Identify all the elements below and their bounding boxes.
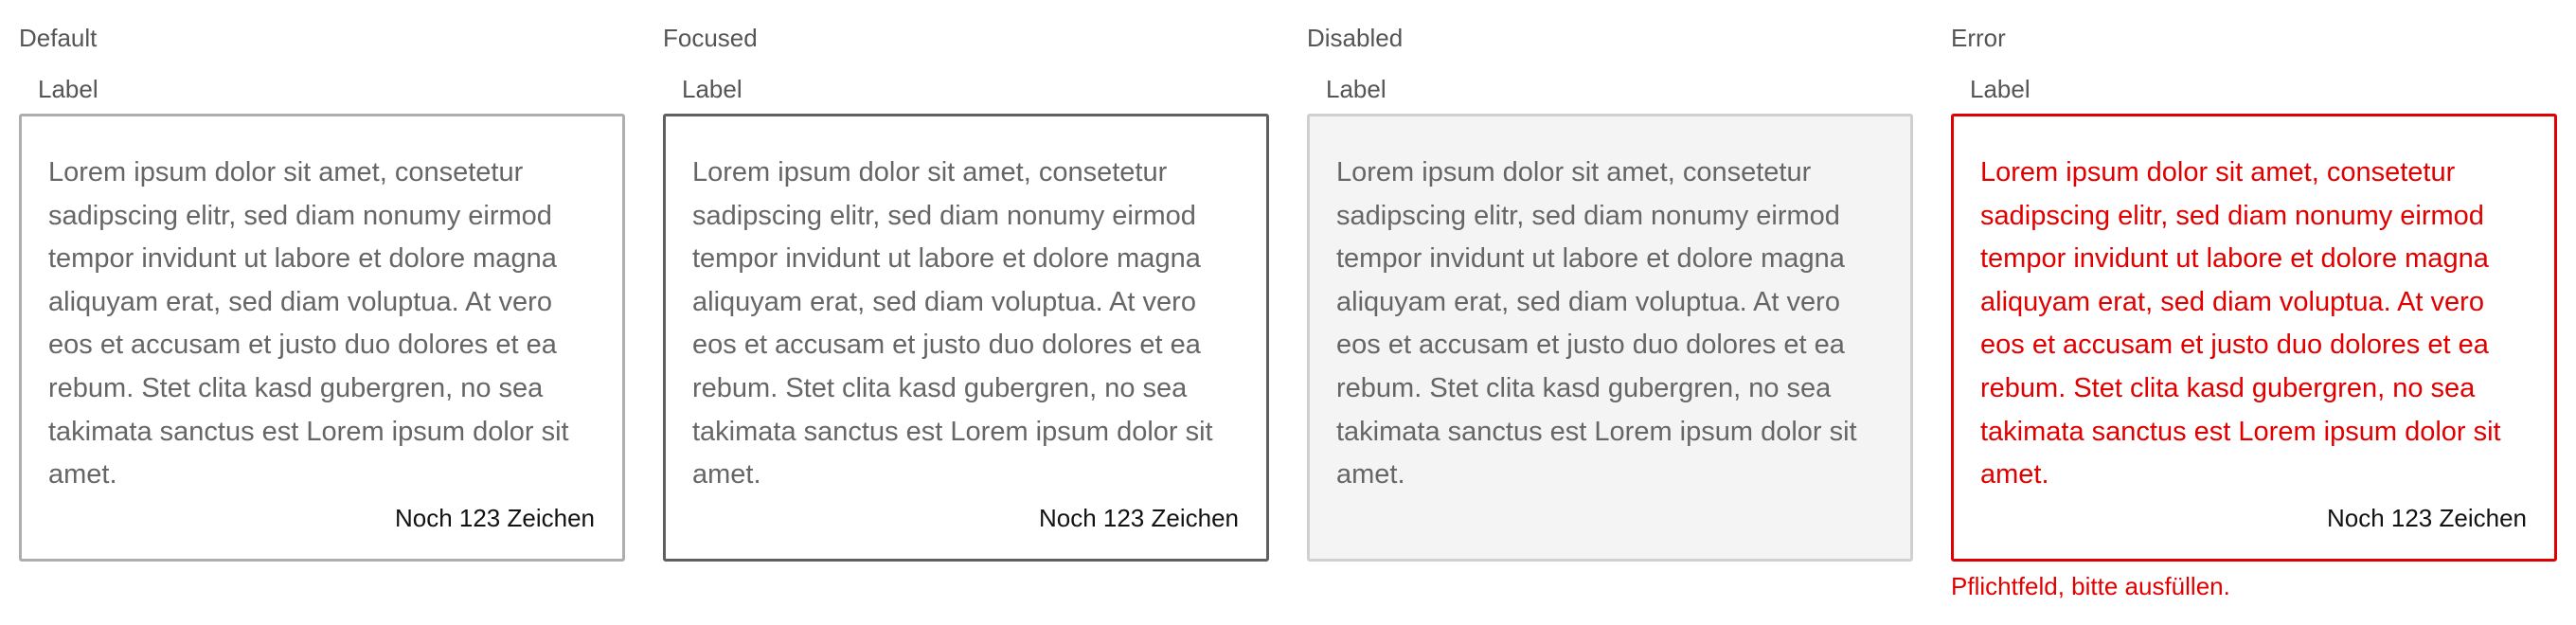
focused-textarea-value[interactable]: Lorem ipsum dolor sit amet, consetetur s… (692, 152, 1237, 497)
disabled-textarea-variant: Disabled Label Lorem ipsum dolor sit ame… (1307, 0, 1913, 625)
focused-field-label: Label (682, 75, 742, 103)
focused-textarea[interactable]: Lorem ipsum dolor sit amet, consetetur s… (663, 114, 1269, 562)
default-state-title: Default (19, 24, 98, 52)
error-textarea-value[interactable]: Lorem ipsum dolor sit amet, consetetur s… (1980, 152, 2525, 497)
error-textarea[interactable]: Lorem ipsum dolor sit amet, consetetur s… (1951, 114, 2557, 562)
default-textarea[interactable]: Lorem ipsum dolor sit amet, consetetur s… (19, 114, 625, 562)
error-textarea-variant: Error Label Lorem ipsum dolor sit amet, … (1951, 0, 2557, 625)
disabled-textarea-value: Lorem ipsum dolor sit amet, consetetur s… (1336, 157, 1857, 491)
error-state-title: Error (1951, 24, 2006, 52)
disabled-textarea: Lorem ipsum dolor sit amet, consetetur s… (1307, 114, 1913, 562)
default-textarea-value[interactable]: Lorem ipsum dolor sit amet, consetetur s… (48, 152, 593, 497)
default-character-counter: Noch 123 Zeichen (394, 504, 595, 532)
error-field-label: Label (1970, 75, 2030, 103)
disabled-state-title: Disabled (1307, 24, 1404, 52)
default-textarea-variant: Default Label Lorem ipsum dolor sit amet… (19, 0, 625, 625)
focused-character-counter: Noch 123 Zeichen (1038, 504, 1239, 532)
disabled-field-label: Label (1326, 75, 1386, 103)
focused-textarea-variant: Focused Label Lorem ipsum dolor sit amet… (663, 0, 1269, 625)
error-character-counter: Noch 123 Zeichen (2326, 504, 2527, 532)
textarea-state-showcase: Default Label Lorem ipsum dolor sit amet… (0, 0, 2576, 625)
default-field-label: Label (38, 75, 98, 103)
focused-state-title: Focused (663, 24, 758, 52)
error-message: Pflichtfeld, bitte ausfüllen. (1951, 572, 2230, 600)
